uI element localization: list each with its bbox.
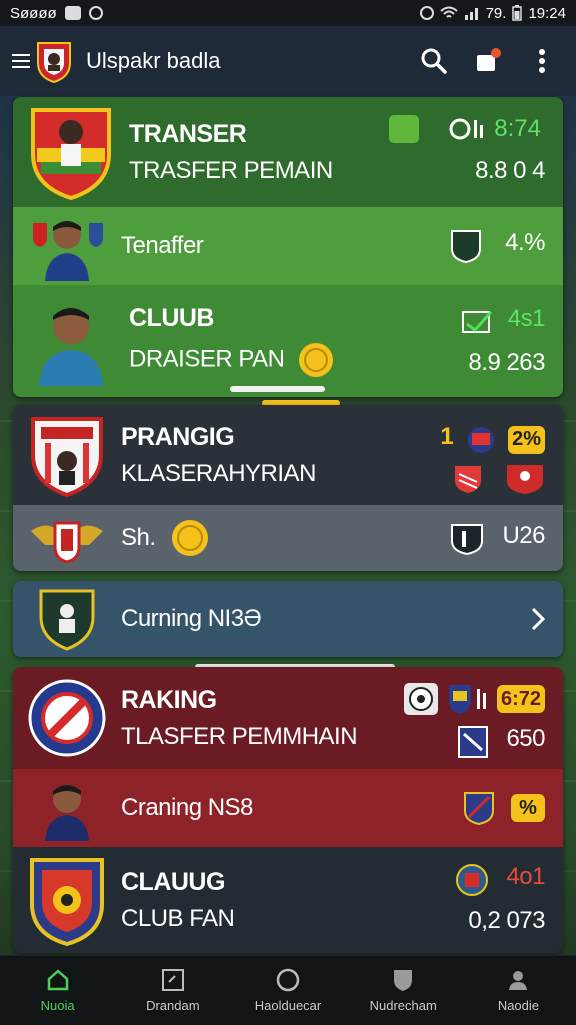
raking-section: RAKING TLASFER PEMMHAIN 6:72 650 Craning… <box>13 667 563 953</box>
tactics-icon <box>161 969 184 991</box>
coin-icon <box>298 342 333 377</box>
sync-icon <box>88 6 103 20</box>
app-title: Ulspakr badla <box>86 48 221 73</box>
ranking-section: PRANGIG KLASERAHYRIAN 1 2% Sh. U26 <box>13 405 563 571</box>
profile-icon <box>509 971 528 990</box>
nav-label: Naodie <box>497 998 540 1013</box>
clock-time: 19:24 <box>528 4 566 22</box>
craning-badge: % <box>511 794 545 822</box>
transfer-stat: 8.8 0 4 <box>475 157 545 184</box>
transfer-badge: 8:74 <box>494 115 541 142</box>
shirt-icon <box>451 523 484 555</box>
shield-icon <box>463 792 494 826</box>
ranking-row[interactable]: PRANGIG KLASERAHYRIAN 1 2% <box>13 405 563 505</box>
row-label: Sh. <box>121 524 156 551</box>
crest-icon <box>30 858 104 946</box>
shield-icon <box>454 466 481 493</box>
eagle-crest-icon <box>31 521 103 563</box>
app-bar: Ulspakr badla <box>0 26 576 96</box>
clock-icon <box>449 118 483 140</box>
club-logo[interactable] <box>34 39 74 83</box>
nav-label: Drandam <box>146 998 200 1013</box>
rank-badge: 2% <box>508 425 545 454</box>
badge-icon <box>451 230 482 264</box>
flag-icon <box>448 685 486 714</box>
club-badge: 4s1 <box>507 305 546 332</box>
player-icon <box>33 221 103 281</box>
raking-row[interactable]: RAKING TLASFER PEMMHAIN 6:72 650 <box>13 667 563 769</box>
badge-icon <box>456 864 488 896</box>
row-label: Curning NI3Ə <box>121 605 262 632</box>
status-bar: Søøøø 79. 19:24 <box>0 0 576 26</box>
alarm-icon <box>419 6 434 20</box>
shield-icon <box>31 108 111 200</box>
notification-icon <box>477 48 501 71</box>
club-fan-row[interactable]: CLAUUG CLUB FAN 4o1 0,2 073 <box>13 847 563 953</box>
crest-icon <box>458 725 488 758</box>
more-icon <box>539 49 545 73</box>
age-stat: U26 <box>502 522 545 549</box>
message-icon <box>64 6 81 20</box>
battery-level: 79. <box>485 4 507 22</box>
coming-row[interactable]: Curning NI3Ə <box>13 581 563 657</box>
coming-section: Curning NI3Ə <box>13 581 563 657</box>
row-subtitle-text: DRAISER PAN <box>129 344 285 372</box>
notification-button[interactable] <box>466 39 510 83</box>
more-options-button[interactable] <box>520 39 564 83</box>
player-stat: 4.% <box>505 229 545 257</box>
raking-badge: 6:72 <box>496 685 545 713</box>
nav-profile[interactable]: Naodie <box>461 956 576 1025</box>
player-icon <box>45 785 89 841</box>
rank-number: 1 <box>440 423 454 450</box>
nav-label: Haolduecar <box>254 998 322 1013</box>
stats-row[interactable]: Sh. U26 <box>13 505 563 571</box>
nav-club[interactable]: Nudrecham <box>346 956 461 1025</box>
transfer-player-row[interactable]: Tenaffer 4.% <box>13 207 563 285</box>
shield-icon <box>394 970 413 991</box>
nav-label: Nuoia <box>40 998 75 1013</box>
search-button[interactable] <box>412 39 456 83</box>
raking-stat: 650 <box>506 725 545 752</box>
carrier-label: Søøøø <box>10 4 57 22</box>
menu-icon[interactable] <box>12 54 30 68</box>
search-icon <box>421 48 447 74</box>
drag-handle[interactable] <box>230 386 325 392</box>
club-fan-red-stat: 4o1 <box>506 863 545 891</box>
crest-icon <box>28 679 106 757</box>
check-icon <box>462 310 493 333</box>
ball-icon <box>404 683 439 715</box>
home-icon <box>47 969 68 991</box>
player-icon <box>507 465 543 494</box>
circle-icon <box>276 968 300 992</box>
nav-center[interactable]: Haolduecar <box>230 956 345 1025</box>
nav-tactics[interactable]: Drandam <box>115 956 230 1025</box>
nav-home[interactable]: Nuoia <box>0 956 115 1025</box>
transfer-row[interactable]: TRANSER TRASFER PEMAIN 8:74 8.8 0 4 <box>13 97 563 207</box>
club-crest <box>27 104 115 200</box>
club-row[interactable]: CLUUB DRAISER PAN 4s1 8.9 263 <box>13 285 563 397</box>
player-icon <box>39 308 103 386</box>
battery-icon <box>512 5 523 21</box>
crest-icon <box>31 417 103 497</box>
transfer-section: TRANSER TRASFER PEMAIN 8:74 8.8 0 4 Tena… <box>13 97 563 397</box>
signal-icon <box>464 8 478 20</box>
club-stat: 8.9 263 <box>468 349 545 376</box>
bottom-navigation: Nuoia Drandam Haolduecar Nudrecham Naodi… <box>0 955 576 1025</box>
club-crest-icon <box>39 589 95 651</box>
nav-label: Nudrecham <box>369 998 437 1013</box>
trophy-icon <box>388 115 419 143</box>
coin-icon <box>171 520 208 556</box>
craning-row[interactable]: Craning NS8 % <box>13 769 563 847</box>
club-fan-stat: 0,2 073 <box>468 907 545 934</box>
wifi-icon <box>439 6 458 18</box>
chevron-right-icon[interactable] <box>531 607 545 631</box>
flag-icon <box>467 426 494 453</box>
